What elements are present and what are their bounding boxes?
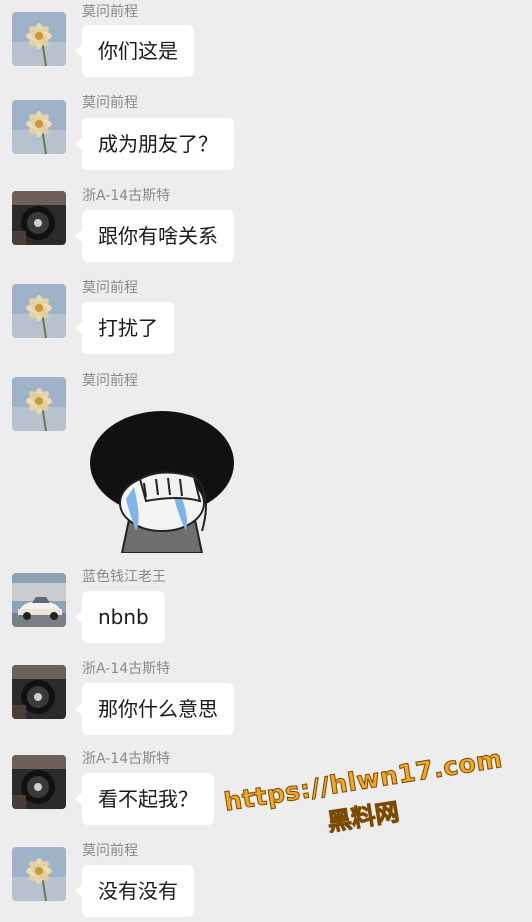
chat-window: 莫问前程 你们这是 莫问前程 成为朋友了？ 浙A-14古斯特 跟你有啥关系 莫问… [0,0,532,922]
message-bubble[interactable]: 没有没有 [75,865,194,917]
white-car-avatar-icon[interactable] [12,573,66,627]
sender-name: 莫问前程 [82,95,138,111]
crying-face-sticker-icon[interactable] [82,403,242,554]
message-bubble[interactable]: 你们这是 [75,25,194,77]
watermark: https://hlwn17.com 黑料网 [222,743,505,853]
flower-avatar-icon[interactable] [12,100,66,154]
flower-avatar-icon[interactable] [12,12,66,66]
flower-avatar-icon[interactable] [12,284,66,338]
message-bubble[interactable]: 跟你有啥关系 [75,210,234,262]
sender-name: 莫问前程 [82,373,138,389]
sender-name: 莫问前程 [82,843,138,859]
message-bubble[interactable]: 打扰了 [75,302,174,354]
sender-name: 浙A-14古斯特 [82,751,171,767]
sender-name: 莫问前程 [82,4,138,20]
sender-name: 浙A-14古斯特 [82,661,171,677]
car-interior-avatar-icon[interactable] [12,191,66,245]
car-interior-avatar-icon[interactable] [12,665,66,719]
message-bubble[interactable]: nbnb [75,591,165,643]
sender-name: 浙A-14古斯特 [82,188,171,204]
message-bubble[interactable]: 成为朋友了？ [75,118,234,170]
message-bubble[interactable]: 看不起我？ [75,773,214,825]
flower-avatar-icon[interactable] [12,377,66,431]
message-bubble[interactable]: 那你什么意思 [75,683,234,735]
flower-avatar-icon[interactable] [12,847,66,901]
sender-name: 莫问前程 [82,280,138,296]
car-interior-avatar-icon[interactable] [12,755,66,809]
sender-name: 蓝色钱江老王 [82,569,166,585]
